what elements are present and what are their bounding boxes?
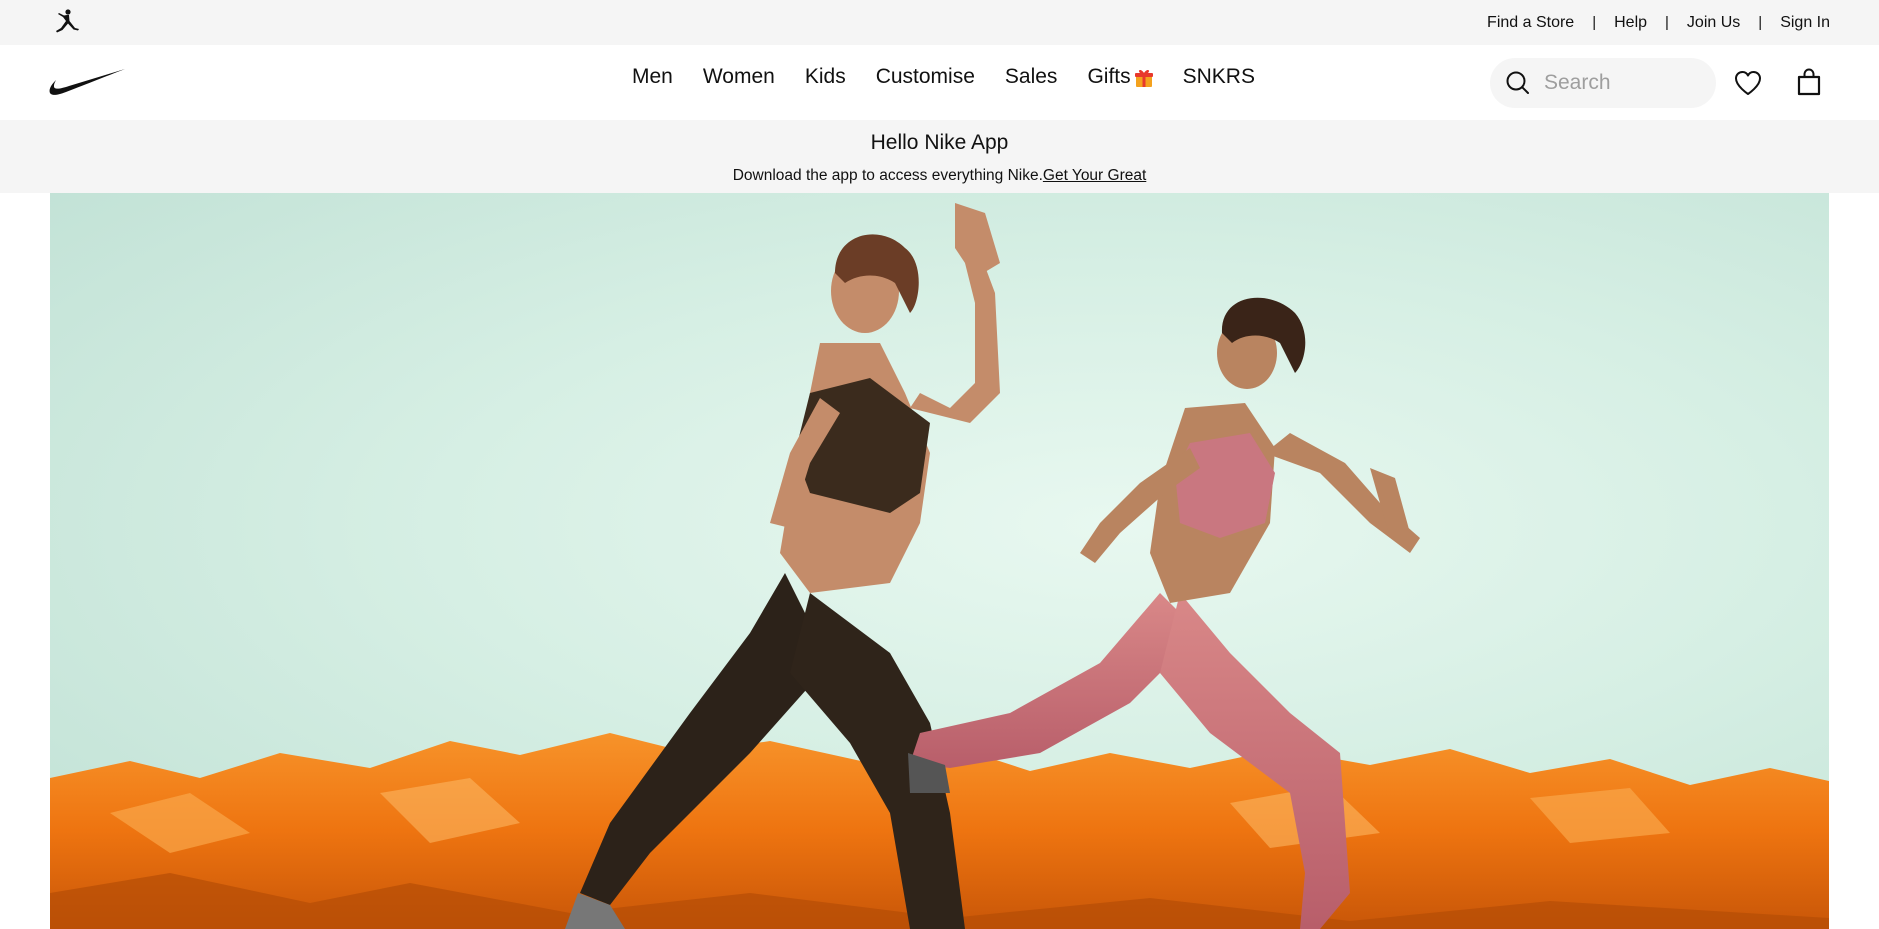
utility-bar: Find a Store | Help | Join Us | Sign In: [0, 0, 1879, 45]
nav-item-women[interactable]: Women: [703, 65, 775, 89]
nav-item-men[interactable]: Men: [632, 65, 673, 89]
promo-description: Download the app to access everything Ni…: [732, 167, 1043, 184]
bag-button[interactable]: [1792, 65, 1826, 99]
promo-title: Hello Nike App: [870, 131, 1009, 154]
search-input[interactable]: [1544, 58, 1704, 108]
hero-image[interactable]: [50, 193, 1829, 929]
separator: |: [1665, 14, 1669, 31]
favourites-button[interactable]: [1731, 66, 1765, 100]
nav-item-snkrs[interactable]: SNKRS: [1183, 65, 1255, 89]
main-nav: Men Women Kids Customise Sales Gifts SNK…: [0, 45, 1879, 120]
nav-item-sales[interactable]: Sales: [1005, 65, 1058, 89]
heart-icon: [1735, 71, 1761, 95]
utility-links: Find a Store | Help | Join Us | Sign In: [1487, 0, 1830, 45]
hero-illustration: [50, 203, 1829, 929]
get-your-great-link[interactable]: Get Your Great: [1043, 167, 1146, 184]
promo-banner: Hello Nike App Download the app to acces…: [0, 120, 1879, 193]
promo-text: Download the app to access everything Ni…: [0, 167, 1879, 185]
nav-item-kids[interactable]: Kids: [805, 65, 846, 89]
find-a-store-link[interactable]: Find a Store: [1487, 14, 1574, 32]
search-box: [1490, 58, 1716, 108]
nav-item-gifts-label: Gifts: [1087, 65, 1131, 88]
search-icon[interactable]: [1500, 65, 1536, 101]
join-us-link[interactable]: Join Us: [1687, 14, 1740, 32]
jordan-jumpman-icon[interactable]: [52, 8, 82, 36]
separator: |: [1592, 14, 1597, 31]
nike-swoosh-icon[interactable]: [49, 67, 125, 97]
help-link[interactable]: Help: [1614, 14, 1647, 32]
bag-icon: [1797, 68, 1821, 96]
separator: |: [1758, 14, 1763, 31]
nav-menu: Men Women Kids Customise Sales Gifts SNK…: [632, 65, 1255, 89]
nav-item-gifts[interactable]: Gifts: [1087, 65, 1153, 89]
sign-in-link[interactable]: Sign In: [1780, 14, 1830, 32]
gift-icon: [1134, 69, 1153, 87]
nav-item-customise[interactable]: Customise: [876, 65, 975, 89]
